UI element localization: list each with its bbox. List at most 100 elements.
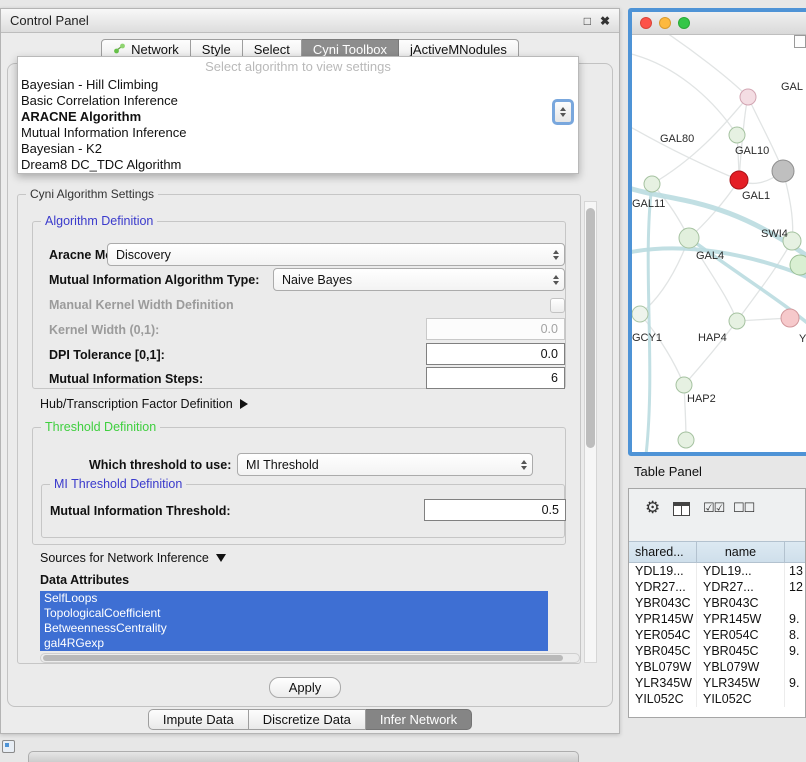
- network-node[interactable]: [632, 306, 648, 322]
- kernel-width-input[interactable]: 0.0: [426, 318, 565, 340]
- apply-button[interactable]: Apply: [269, 677, 341, 698]
- float-window-icon[interactable]: □: [584, 14, 591, 28]
- table-row[interactable]: YBL079WYBL079W: [629, 659, 806, 675]
- table-row[interactable]: YBR045CYBR045C9.: [629, 643, 806, 659]
- dropdown-item-selected[interactable]: ARACNE Algorithm: [18, 109, 578, 125]
- table-cell[interactable]: YER054C: [697, 627, 785, 643]
- table-cell[interactable]: YDL19...: [697, 563, 785, 579]
- which-threshold-value: MI Threshold: [246, 458, 319, 472]
- algorithm-combo-arrow-button[interactable]: [552, 99, 574, 125]
- table-cell[interactable]: 9.: [785, 675, 806, 691]
- close-icon[interactable]: [640, 17, 652, 29]
- minimize-icon[interactable]: [659, 17, 671, 29]
- network-node[interactable]: [740, 89, 756, 105]
- table-cell[interactable]: 9.: [785, 643, 806, 659]
- updown-arrows-icon: [553, 275, 559, 285]
- aracne-mode-select[interactable]: Discovery: [107, 243, 565, 266]
- sources-toggle[interactable]: Sources for Network Inference: [40, 551, 226, 565]
- attribute-item[interactable]: BetweennessCentrality: [40, 621, 548, 636]
- dropdown-item[interactable]: Bayesian - K2: [18, 141, 578, 157]
- table-cell[interactable]: YLR345W: [697, 675, 785, 691]
- restore-panel-icon[interactable]: [2, 740, 15, 753]
- dropdown-item[interactable]: Dream8 DC_TDC Algorithm: [18, 157, 578, 173]
- table-cell[interactable]: YIL052C: [697, 691, 785, 707]
- network-node[interactable]: [790, 255, 806, 275]
- manual-kernel-width-checkbox[interactable]: [550, 298, 565, 313]
- table-cell[interactable]: YPR145W: [697, 611, 785, 627]
- table-row[interactable]: YDR27...YDR27...12: [629, 579, 806, 595]
- select-all-icon[interactable]: ☑☑: [703, 500, 724, 516]
- deselect-all-icon[interactable]: ☐☐: [733, 500, 754, 516]
- kernel-width-label: Kernel Width (0,1):: [49, 323, 159, 337]
- network-node[interactable]: [644, 176, 660, 192]
- tab-label: jActiveMNodules: [410, 42, 507, 57]
- table-cell[interactable]: YLR345W: [629, 675, 697, 691]
- attribute-item[interactable]: gal4RGexp: [40, 636, 548, 651]
- mi-algorithm-type-select[interactable]: Naive Bayes: [273, 268, 565, 291]
- gear-icon[interactable]: ⚙: [645, 498, 660, 518]
- table-cell[interactable]: YDR27...: [697, 579, 785, 595]
- table-cell[interactable]: YBL079W: [629, 659, 697, 675]
- network-node[interactable]: [676, 377, 692, 393]
- network-node[interactable]: [772, 160, 794, 182]
- tab-impute-data[interactable]: Impute Data: [148, 709, 249, 730]
- table-cell[interactable]: YBR045C: [629, 643, 697, 659]
- table-cell[interactable]: 8.: [785, 627, 806, 643]
- table-row[interactable]: YIL052CYIL052C: [629, 691, 806, 707]
- table-row[interactable]: YBR043CYBR043C: [629, 595, 806, 611]
- collapsed-panel-bar[interactable]: [28, 751, 579, 762]
- table-cell[interactable]: [785, 659, 806, 675]
- table-row[interactable]: YER054CYER054C8.: [629, 627, 806, 643]
- tab-discretize-data[interactable]: Discretize Data: [249, 709, 366, 730]
- table-row[interactable]: YLR345WYLR345W9.: [629, 675, 806, 691]
- settings-vertical-scrollbar[interactable]: [584, 201, 597, 663]
- data-attributes-list: SelfLoops TopologicalCoefficient Between…: [40, 591, 548, 651]
- network-node[interactable]: [730, 171, 748, 189]
- mi-algorithm-type-label: Mutual Information Algorithm Type:: [49, 273, 259, 287]
- table-row[interactable]: YDL19...YDL19...13: [629, 563, 806, 579]
- table-cell[interactable]: 9.: [785, 611, 806, 627]
- network-node[interactable]: [679, 228, 699, 248]
- table-cell[interactable]: YBR043C: [697, 595, 785, 611]
- table-row[interactable]: YPR145WYPR145W9.: [629, 611, 806, 627]
- canvas-corner-box[interactable]: [794, 35, 806, 48]
- attributes-horizontal-scrollbar[interactable]: [40, 653, 580, 663]
- table-cell[interactable]: 13: [785, 563, 806, 579]
- network-node[interactable]: [729, 313, 745, 329]
- scrollbar-thumb[interactable]: [43, 655, 563, 661]
- zoom-icon[interactable]: [678, 17, 690, 29]
- column-header-extra[interactable]: [785, 541, 806, 563]
- mi-steps-input[interactable]: 6: [426, 367, 565, 389]
- network-node[interactable]: [781, 309, 799, 327]
- dpi-tolerance-input[interactable]: 0.0: [426, 343, 565, 365]
- column-header-name[interactable]: name: [697, 541, 785, 563]
- table-cell[interactable]: [785, 595, 806, 611]
- close-window-icon[interactable]: ✖: [600, 14, 610, 28]
- which-threshold-select[interactable]: MI Threshold: [237, 453, 533, 476]
- attribute-item[interactable]: TopologicalCoefficient: [40, 606, 548, 621]
- hub-definition-toggle[interactable]: Hub/Transcription Factor Definition: [40, 397, 248, 411]
- table-cell[interactable]: [785, 691, 806, 707]
- network-canvas[interactable]: GALGAL80GAL10GAL11GAL1SWI4GAL4GCY1HAP4HA…: [632, 35, 806, 452]
- table-cell[interactable]: YPR145W: [629, 611, 697, 627]
- column-header-shared-name[interactable]: shared...: [629, 541, 697, 563]
- table-cell[interactable]: YBR043C: [629, 595, 697, 611]
- mi-threshold-input[interactable]: 0.5: [424, 499, 566, 521]
- table-cell[interactable]: YDR27...: [629, 579, 697, 595]
- table-cell[interactable]: YDL19...: [629, 563, 697, 579]
- tab-infer-network[interactable]: Infer Network: [366, 709, 472, 730]
- scrollbar-thumb[interactable]: [586, 208, 595, 448]
- network-node[interactable]: [678, 432, 694, 448]
- table-cell[interactable]: YBL079W: [697, 659, 785, 675]
- attribute-item[interactable]: SelfLoops: [40, 591, 548, 606]
- table-cell[interactable]: YER054C: [629, 627, 697, 643]
- table-cell[interactable]: YIL052C: [629, 691, 697, 707]
- dropdown-item[interactable]: Bayesian - Hill Climbing: [18, 77, 578, 93]
- settings-group-title: Cyni Algorithm Settings: [26, 187, 158, 201]
- table-cell[interactable]: 12: [785, 579, 806, 595]
- columns-icon[interactable]: [673, 502, 690, 521]
- dropdown-item[interactable]: Mutual Information Inference: [18, 125, 578, 141]
- table-cell[interactable]: YBR045C: [697, 643, 785, 659]
- network-node[interactable]: [729, 127, 745, 143]
- dropdown-item[interactable]: Basic Correlation Inference: [18, 93, 578, 109]
